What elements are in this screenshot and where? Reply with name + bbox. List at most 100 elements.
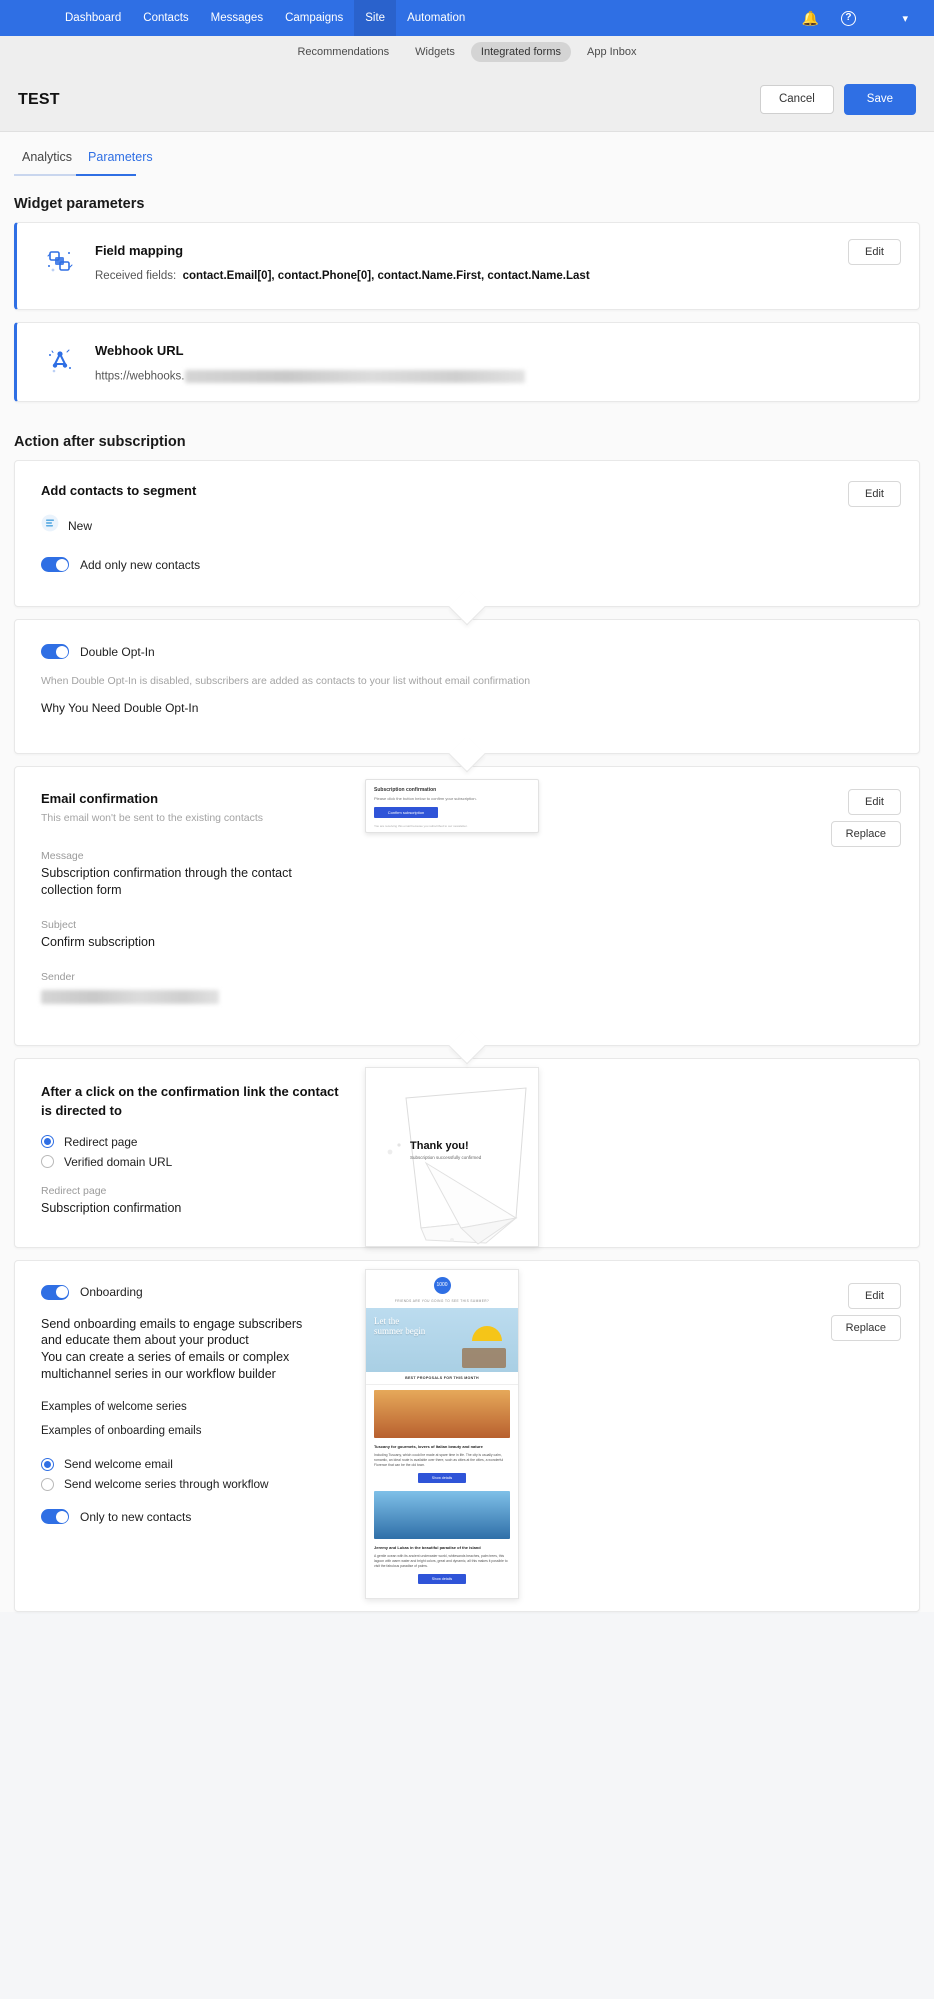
onboarding-toggle[interactable] bbox=[41, 1284, 69, 1300]
preview-tagline: FRIENDS ARE YOU GOING TO SEE THIS SUMMER… bbox=[394, 1298, 490, 1303]
email-confirmation-preview[interactable]: Subscription confirmation Please click t… bbox=[365, 779, 539, 833]
field-mapping-card: Field mapping Received fields: contact.E… bbox=[14, 222, 920, 310]
preview-body: Please click the button below to confirm… bbox=[374, 796, 477, 801]
double-opt-in-note: When Double Opt-In is disabled, subscrib… bbox=[41, 675, 531, 687]
preview-hero-line1: Let the bbox=[374, 1315, 400, 1326]
nav-item-contacts[interactable]: Contacts bbox=[132, 0, 199, 36]
received-fields-value: contact.Email[0], contact.Phone[0], cont… bbox=[182, 270, 590, 282]
redirect-field-value: Subscription confirmation bbox=[41, 1200, 182, 1215]
send-welcome-series-label: Send welcome series through workflow bbox=[64, 1477, 269, 1492]
sender-value-redacted bbox=[41, 989, 219, 1004]
preview-section-title: BEST PROPOSALS FOR THIS MONTH bbox=[366, 1372, 518, 1385]
segment-name-row: New bbox=[41, 514, 893, 537]
redirect-page-label: Redirect page bbox=[64, 1134, 138, 1149]
nav-item-site[interactable]: Site bbox=[354, 0, 397, 36]
umbrella-icon bbox=[472, 1325, 502, 1341]
bell-icon[interactable]: 🔔 bbox=[800, 8, 820, 28]
segment-icon bbox=[41, 514, 59, 537]
verified-domain-radio[interactable] bbox=[41, 1155, 54, 1169]
thanks-subtitle: Subscription successfully confirmed bbox=[410, 1155, 482, 1160]
page-title: TEST bbox=[18, 90, 60, 108]
webhook-url-value: https://webhooks. bbox=[95, 370, 525, 383]
redirect-page-preview[interactable]: Thank you! Subscription successfully con… bbox=[365, 1067, 539, 1247]
onboarding-replace-button[interactable]: Replace bbox=[830, 1314, 901, 1341]
add-only-new-contacts-toggle[interactable] bbox=[41, 557, 69, 572]
tab-parameters[interactable]: Parameters bbox=[80, 150, 161, 174]
message-value: Subscription confirmation through the co… bbox=[41, 866, 292, 897]
top-navigation-bar: Dashboard Contacts Messages Campaigns Si… bbox=[0, 0, 934, 36]
preview-item1-button: Show details bbox=[418, 1472, 466, 1483]
add-contacts-to-segment-card: Add contacts to segment New Add only new… bbox=[14, 460, 920, 626]
segment-edit-button[interactable]: Edit bbox=[848, 481, 901, 507]
nav-item-messages[interactable]: Messages bbox=[200, 0, 274, 36]
page-body: Analytics Parameters Widget parameters F… bbox=[0, 132, 934, 1612]
segment-name: New bbox=[68, 518, 93, 533]
field-mapping-edit-button[interactable]: Edit bbox=[848, 239, 901, 265]
preview-hero-line2: summer begin bbox=[374, 1325, 426, 1336]
onboarding-edit-button[interactable]: Edit bbox=[848, 1282, 901, 1309]
onboarding-card: Onboarding Send onboarding emails to eng… bbox=[14, 1259, 920, 1612]
webhook-url-title: Webhook URL bbox=[95, 343, 184, 358]
top-nav-right-group: 🔔 ? ▾ bbox=[800, 8, 918, 28]
sender-label: Sender bbox=[41, 970, 75, 983]
preview-footer: You are receiving this email because you… bbox=[374, 824, 468, 828]
save-button[interactable]: Save bbox=[843, 83, 916, 116]
received-fields-label: Received fields: bbox=[95, 270, 177, 282]
email-confirmation-edit-button[interactable]: Edit bbox=[848, 789, 901, 815]
preview-title: Subscription confirmation bbox=[374, 787, 437, 793]
email-confirmation-replace-button[interactable]: Replace bbox=[830, 821, 901, 847]
chairs-icon bbox=[462, 1347, 506, 1368]
double-opt-in-toggle[interactable] bbox=[41, 644, 69, 659]
subnav-item-app-inbox[interactable]: App Inbox bbox=[577, 42, 647, 62]
nav-item-automation[interactable]: Automation bbox=[396, 0, 476, 36]
send-welcome-email-radio[interactable] bbox=[41, 1457, 54, 1471]
double-opt-in-row[interactable]: Double Opt-In bbox=[41, 644, 893, 659]
cancel-button[interactable]: Cancel bbox=[759, 84, 834, 115]
preview-item1-title: Tuscany for gourmets, lovers of Italian … bbox=[374, 1443, 483, 1449]
field-mapping-icon bbox=[37, 241, 83, 281]
tab-bar: Analytics Parameters bbox=[0, 132, 934, 174]
preview-item2-title: Jeremy and Lukas in the beautiful paradi… bbox=[374, 1544, 481, 1550]
field-mapping-received: Received fields: contact.Email[0], conta… bbox=[95, 270, 590, 282]
preview-header: 1000 FRIENDS ARE YOU GOING TO SEE THIS S… bbox=[366, 1270, 518, 1308]
double-opt-in-label: Double Opt-In bbox=[80, 644, 155, 659]
nav-item-dashboard[interactable]: Dashboard bbox=[54, 0, 132, 36]
subnav-item-recommendations[interactable]: Recommendations bbox=[287, 42, 399, 62]
add-only-new-contacts-label: Add only new contacts bbox=[80, 557, 201, 572]
preview-hero: Let the summer begin bbox=[366, 1307, 518, 1372]
webhook-icon bbox=[37, 341, 83, 381]
subnav-item-integrated-forms[interactable]: Integrated forms bbox=[470, 42, 571, 62]
send-welcome-series-radio[interactable] bbox=[41, 1477, 54, 1491]
message-label: Message bbox=[41, 850, 84, 862]
add-only-new-contacts-row[interactable]: Add only new contacts bbox=[41, 557, 893, 572]
help-icon[interactable]: ? bbox=[838, 8, 858, 28]
double-opt-in-card: Double Opt-In When Double Opt-In is disa… bbox=[14, 619, 920, 773]
webhook-url-prefix: https://webhooks. bbox=[95, 370, 185, 383]
webhook-url-card: Webhook URL https://webhooks. bbox=[14, 322, 920, 402]
email-confirmation-card: Email confirmation This email won't be s… bbox=[14, 766, 920, 1065]
redirect-card-title: After a click on the confirmation link t… bbox=[41, 1084, 339, 1118]
thanks-title: Thank you! bbox=[410, 1140, 469, 1152]
preview-item2-button: Show details bbox=[418, 1574, 466, 1585]
redirect-after-confirmation-card: After a click on the confirmation link t… bbox=[14, 1058, 920, 1248]
only-new-contacts-toggle[interactable] bbox=[41, 1509, 69, 1525]
chevron-down-icon[interactable]: ▾ bbox=[902, 12, 908, 25]
preview-item1-body: Including Tuscany, which could be made a… bbox=[374, 1452, 504, 1467]
top-nav-items: Dashboard Contacts Messages Campaigns Si… bbox=[54, 0, 476, 36]
subnav-item-widgets[interactable]: Widgets bbox=[405, 42, 465, 62]
subject-value: Confirm subscription bbox=[41, 934, 155, 949]
tab-underline bbox=[14, 174, 136, 176]
header-actions: Cancel Save bbox=[759, 83, 916, 116]
tab-analytics[interactable]: Analytics bbox=[14, 150, 80, 174]
widget-parameters-heading: Widget parameters bbox=[14, 196, 145, 212]
nav-item-campaigns[interactable]: Campaigns bbox=[274, 0, 354, 36]
segment-card-title: Add contacts to segment bbox=[41, 483, 197, 498]
preview-item2-body: A gentle ocean with its ancient underwat… bbox=[374, 1553, 508, 1569]
why-double-opt-in-link[interactable]: Why You Need Double Opt-In bbox=[41, 701, 893, 715]
onboarding-description-1: Send onboarding emails to engage subscri… bbox=[41, 1316, 303, 1348]
preview-item1-image bbox=[374, 1389, 510, 1438]
sub-navigation-bar: Recommendations Widgets Integrated forms… bbox=[0, 36, 934, 68]
onboarding-email-preview[interactable]: 1000 FRIENDS ARE YOU GOING TO SEE THIS S… bbox=[365, 1268, 519, 1599]
redirect-page-radio[interactable] bbox=[41, 1135, 54, 1149]
preview-logo: 1000 bbox=[433, 1276, 451, 1294]
